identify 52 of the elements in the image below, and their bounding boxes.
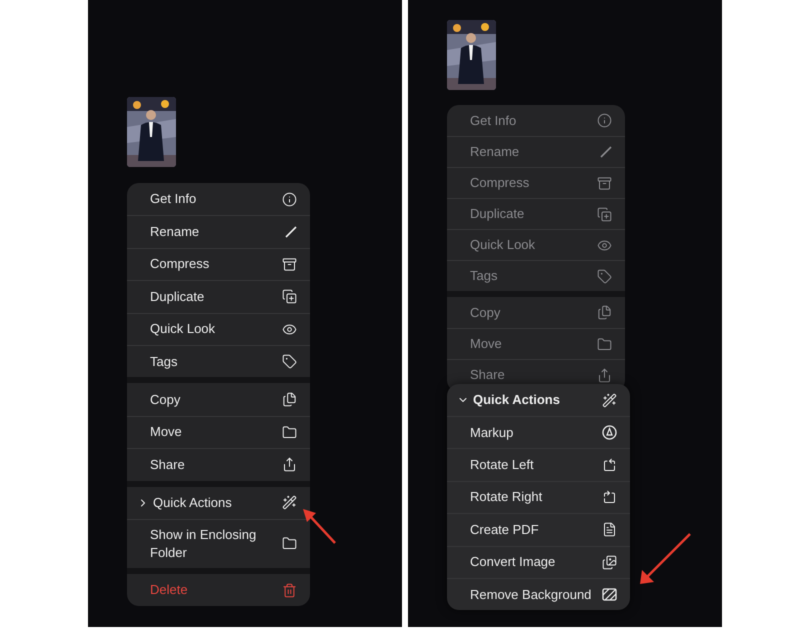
info-icon: [282, 192, 297, 207]
menu-item[interactable]: Rotate Left: [447, 448, 630, 481]
slash-icon: [285, 226, 297, 238]
duplicate-icon: [282, 289, 297, 304]
menu-item[interactable]: Get Info: [447, 105, 625, 136]
menu-item[interactable]: Create PDF: [447, 513, 630, 546]
menu-item[interactable]: Move: [127, 416, 310, 448]
menu-item[interactable]: Compress: [127, 248, 310, 280]
info-icon: [597, 113, 612, 128]
menu-item[interactable]: Duplicate: [127, 280, 310, 313]
eye-icon: [597, 238, 612, 252]
share-icon: [597, 368, 612, 382]
menu-item[interactable]: Duplicate: [447, 198, 625, 229]
menu-item[interactable]: Copy: [447, 297, 625, 328]
trash-icon: [282, 582, 297, 598]
magic-wand-icon: [282, 495, 297, 510]
pointer-arrow: [638, 532, 692, 586]
tag-icon: [597, 268, 612, 284]
duplicate-icon: [597, 206, 612, 222]
menu-item[interactable]: Quick Actions: [127, 486, 310, 519]
document-icon: [602, 522, 617, 538]
menu-item[interactable]: Markup: [447, 416, 630, 448]
folder-icon: [282, 424, 297, 440]
magic-wand-icon: [602, 392, 617, 408]
folder-icon: [597, 336, 612, 352]
menu-item[interactable]: Convert Image: [447, 546, 630, 578]
hatched-square-icon: [602, 588, 617, 602]
menu-item[interactable]: Quick Look: [127, 312, 310, 345]
menu-item[interactable]: Get Info: [127, 183, 310, 216]
rotate-right-icon: [602, 490, 617, 505]
documents-icon: [597, 305, 612, 320]
delete-menu-item[interactable]: Delete: [127, 574, 310, 606]
menu-item[interactable]: Quick Look: [447, 229, 625, 260]
menu-item[interactable]: Remove Background: [447, 578, 630, 610]
archive-icon: [282, 256, 297, 272]
folder-icon: [282, 536, 297, 552]
tag-icon: [282, 354, 297, 370]
rotate-left-icon: [602, 458, 617, 473]
menu-item[interactable]: Copy: [127, 383, 310, 416]
archive-icon: [597, 176, 612, 190]
eye-icon: [282, 322, 297, 337]
menu-item[interactable]: Rename: [127, 215, 310, 248]
documents-icon: [282, 392, 297, 408]
slash-icon: [600, 146, 612, 158]
images-icon: [602, 554, 617, 570]
menu-item[interactable]: Rotate Right: [447, 480, 630, 514]
menu-item[interactable]: Rename: [447, 136, 625, 167]
menu-item[interactable]: Move: [447, 328, 625, 359]
share-icon: [282, 457, 297, 472]
menu-item[interactable]: Compress: [447, 167, 625, 198]
markup-icon: [602, 425, 617, 440]
pointer-arrow: [301, 507, 337, 545]
